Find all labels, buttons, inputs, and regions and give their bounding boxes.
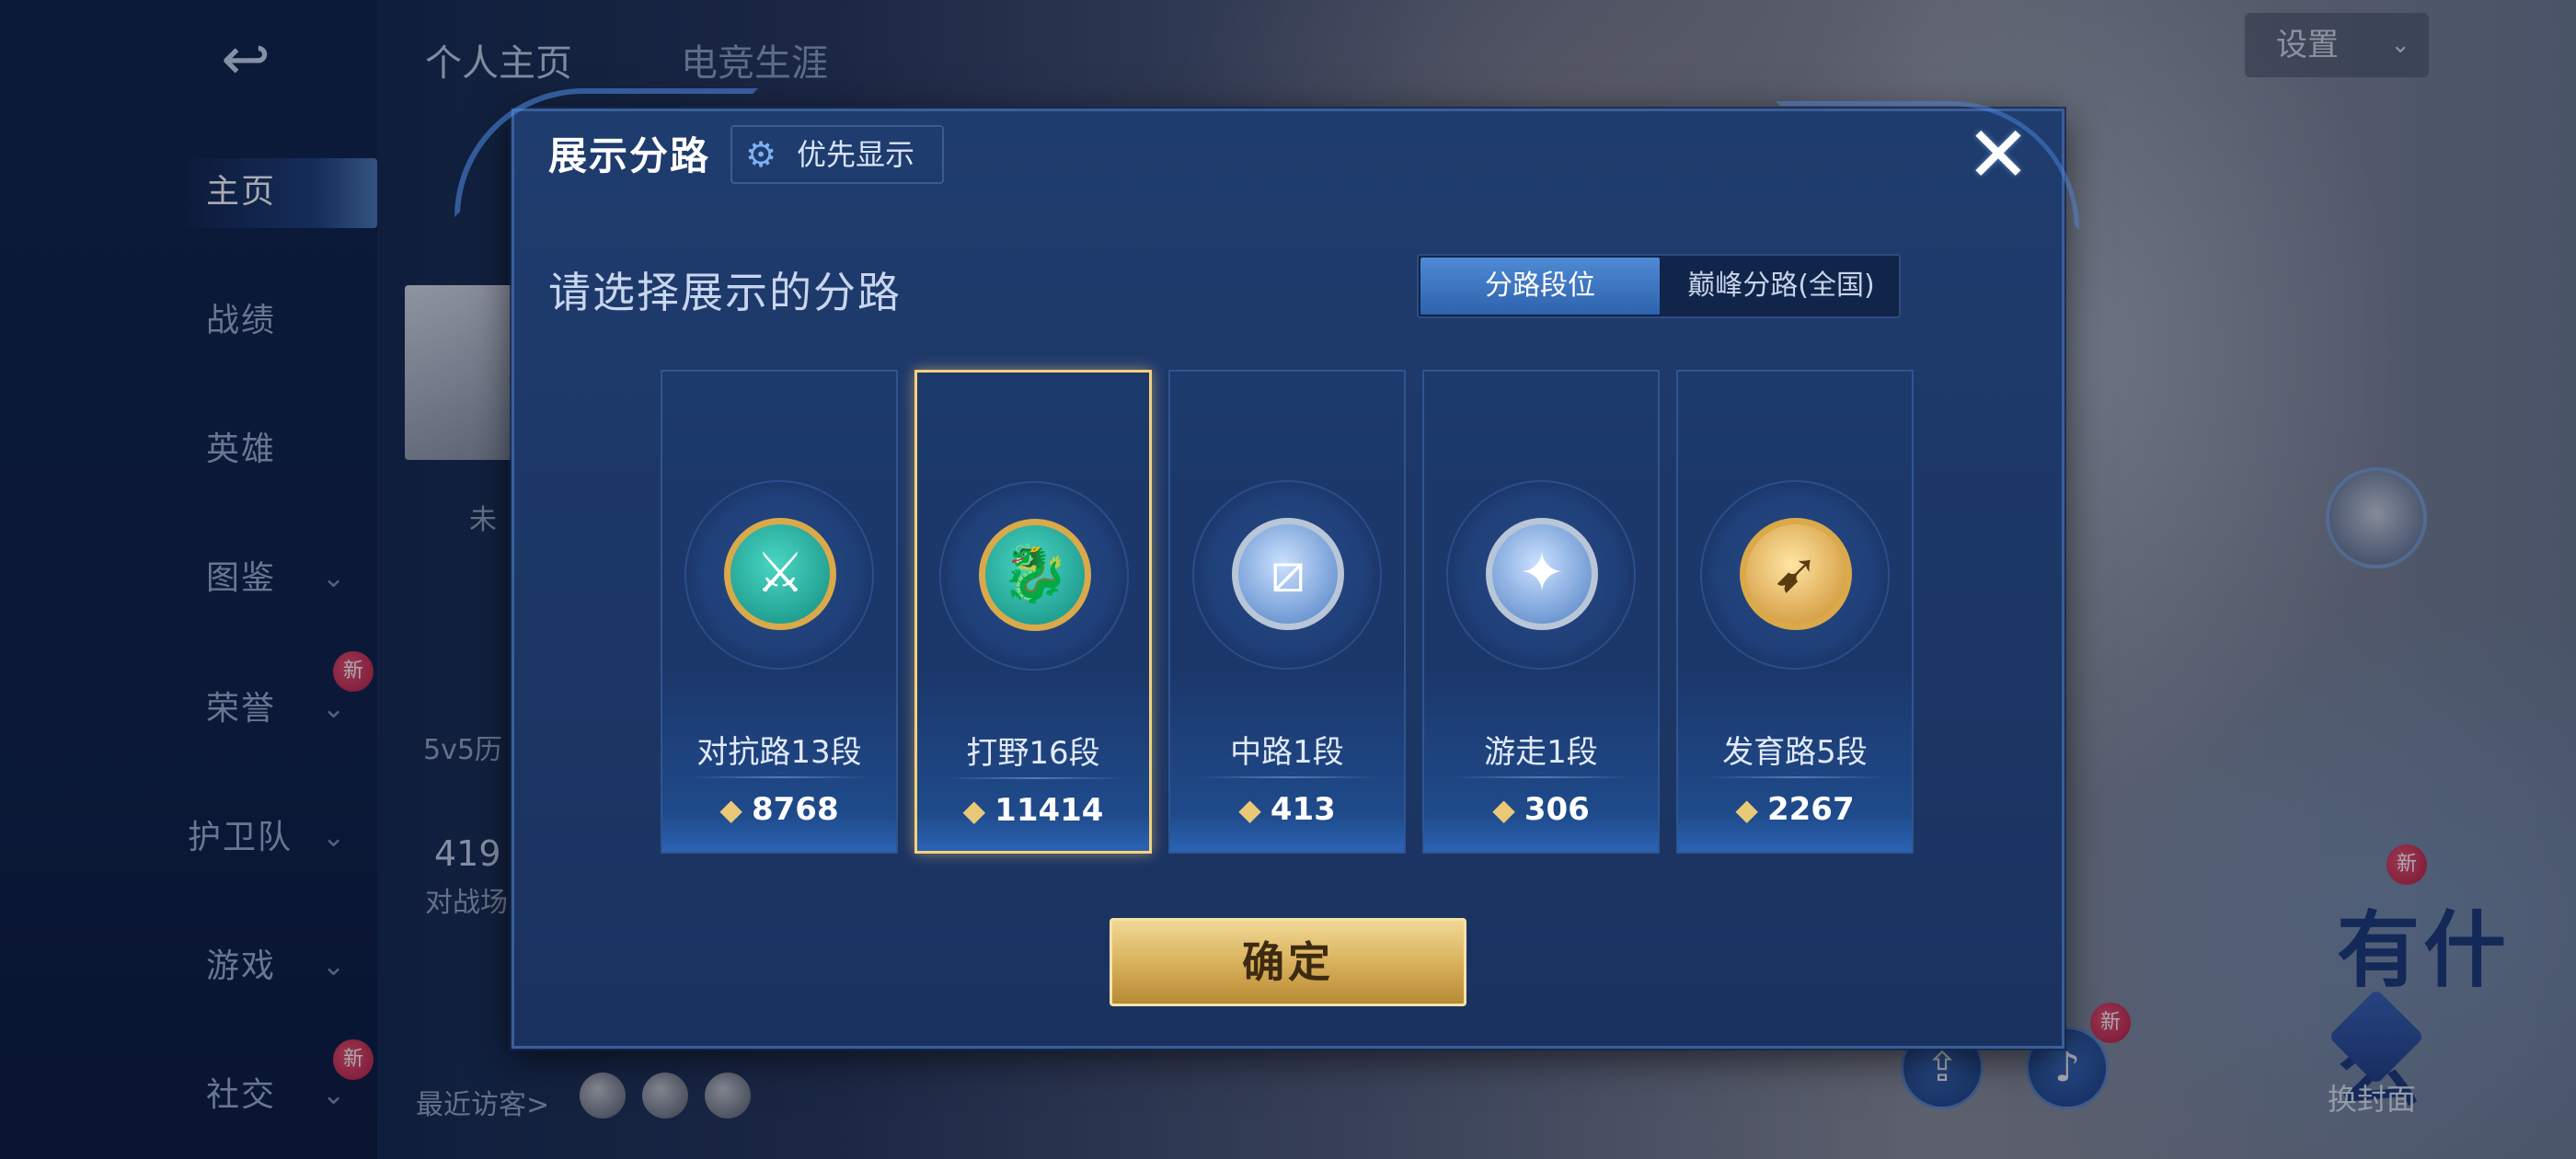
lane-score-value: 306 [1524, 791, 1590, 828]
divider [1198, 776, 1378, 778]
lane-score-value: 11414 [995, 792, 1104, 829]
toggle-lane-rank[interactable]: 分路段位 [1420, 258, 1660, 315]
lane-card-bottom[interactable]: ➹ 发育路5段 ◆ 2267 [1676, 370, 1914, 854]
lane-score: ◆ 2267 [1678, 791, 1912, 828]
priority-display-label: 优先显示 [797, 137, 915, 172]
confirm-button[interactable]: 确定 [1110, 918, 1466, 1006]
toggle-peak-lane[interactable]: 巅峰分路(全国) [1663, 258, 1899, 315]
roam-lane-icon: ✦ [1486, 518, 1598, 630]
lane-name: 发育路5段 [1722, 734, 1868, 771]
priority-display-button[interactable]: ⚙ 优先显示 [730, 125, 944, 184]
score-icon: ◆ [962, 793, 986, 828]
lane-mode-toggle: 分路段位 巅峰分路(全国) [1417, 254, 1901, 318]
lane-name: 对抗路13段 [696, 734, 862, 771]
lane-card-jungle[interactable]: 🐉 打野16段 ◆ 11414 [914, 370, 1152, 854]
jungle-lane-icon: 🐉 [979, 519, 1091, 631]
lane-card-mid[interactable]: ⧄ 中路1段 ◆ 413 [1168, 370, 1406, 854]
lane-name: 中路1段 [1230, 734, 1344, 771]
dialog-prompt: 请选择展示的分路 [548, 268, 902, 317]
lane-score-value: 413 [1270, 791, 1336, 828]
divider [690, 776, 870, 778]
divider [1706, 776, 1886, 778]
lane-score: ◆ 11414 [917, 792, 1149, 829]
close-icon[interactable]: ✕ [1960, 116, 2037, 193]
score-icon: ◆ [1735, 792, 1758, 827]
lane-score-value: 8768 [751, 791, 839, 828]
lane-name: 游走1段 [1484, 734, 1598, 771]
gear-icon: ⚙ [745, 134, 777, 175]
dialog-title: 展示分路 [548, 133, 711, 178]
lane-score: ◆ 413 [1170, 791, 1404, 828]
lane-name: 打野16段 [966, 735, 1100, 772]
score-icon: ◆ [1238, 792, 1261, 827]
score-icon: ◆ [719, 792, 742, 827]
mid-lane-icon: ⧄ [1232, 518, 1344, 630]
score-icon: ◆ [1492, 792, 1515, 827]
top-lane-icon: ⚔ [724, 518, 836, 630]
farm-lane-icon: ➹ [1740, 518, 1852, 630]
divider [1452, 776, 1632, 778]
lane-score-value: 2267 [1766, 791, 1855, 828]
lane-score: ◆ 8768 [662, 791, 896, 828]
lane-card-top[interactable]: ⚔ 对抗路13段 ◆ 8768 [661, 370, 898, 854]
lane-score: ◆ 306 [1424, 791, 1658, 828]
divider [945, 777, 1125, 779]
lane-card-roam[interactable]: ✦ 游走1段 ◆ 306 [1422, 370, 1660, 854]
